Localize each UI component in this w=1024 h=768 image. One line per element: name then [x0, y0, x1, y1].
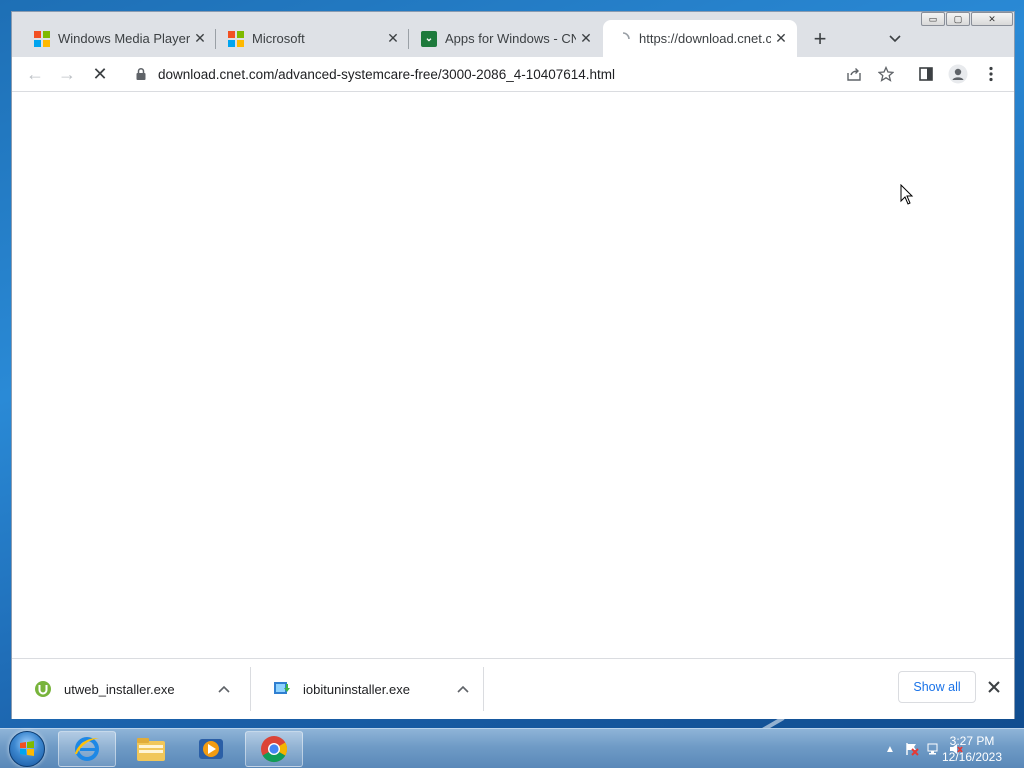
internet-explorer-icon	[75, 737, 99, 761]
share-icon[interactable]	[839, 59, 869, 89]
microsoft-logo-icon	[228, 30, 244, 47]
chevron-up-icon[interactable]	[453, 679, 473, 699]
download-filename: utweb_installer.exe	[64, 681, 175, 697]
address-bar[interactable]: download.cnet.com/advanced-systemcare-fr…	[124, 59, 874, 89]
back-button[interactable]: ←	[20, 59, 50, 89]
action-center-flag-icon[interactable]	[904, 741, 920, 757]
tab-apps-for-windows[interactable]: ⌄ Apps for Windows - CNE ✕	[409, 20, 602, 57]
tab-close-icon[interactable]: ✕	[383, 29, 403, 49]
iobit-installer-icon	[273, 680, 291, 698]
loading-spinner-icon	[615, 31, 631, 47]
clock-date: 12/16/2023	[941, 750, 1003, 764]
bookmark-star-icon[interactable]	[871, 59, 901, 89]
stop-loading-button[interactable]: ✕	[85, 59, 115, 89]
download-item[interactable]: iobituninstaller.exe	[251, 659, 484, 719]
taskbar-internet-explorer[interactable]	[58, 731, 116, 767]
lock-icon[interactable]	[134, 67, 148, 81]
clock[interactable]: 3:27 PM 12/16/2023	[934, 733, 1010, 765]
profile-avatar-icon[interactable]	[943, 59, 973, 89]
minimize-button[interactable]: ▭	[921, 12, 945, 26]
chrome-icon	[261, 736, 288, 763]
taskbar-chrome[interactable]	[245, 731, 303, 767]
taskbar-file-explorer[interactable]	[122, 731, 180, 767]
show-hidden-icons-arrow-icon[interactable]: ▲	[882, 741, 898, 757]
side-panel-icon[interactable]	[911, 59, 941, 89]
tab-strip: Windows Media Player e ✕ Microsoft ✕ ⌄ A…	[12, 12, 1014, 57]
clock-time: 3:27 PM	[949, 734, 995, 748]
tab-windows-media-player[interactable]: Windows Media Player e ✕	[22, 20, 216, 57]
show-all-button[interactable]: Show all	[898, 671, 976, 703]
mouse-cursor-icon	[900, 184, 914, 205]
tab-title: https://download.cnet.cc	[639, 31, 771, 46]
taskbar-media-player[interactable]	[182, 731, 240, 767]
tab-title: Apps for Windows - CNE	[445, 31, 576, 46]
start-button[interactable]	[2, 730, 52, 768]
chrome-window: Windows Media Player e ✕ Microsoft ✕ ⌄ A…	[11, 11, 1015, 719]
url-text[interactable]: download.cnet.com/advanced-systemcare-fr…	[158, 67, 615, 82]
media-player-icon	[199, 739, 223, 759]
download-item[interactable]: utweb_installer.exe	[12, 659, 251, 719]
kebab-menu-icon[interactable]	[976, 59, 1006, 89]
chevron-up-icon[interactable]	[214, 679, 234, 699]
close-window-button[interactable]: ✕	[971, 12, 1013, 26]
tab-microsoft[interactable]: Microsoft ✕	[216, 20, 409, 57]
cnet-download-icon: ⌄	[421, 30, 437, 47]
download-filename: iobituninstaller.exe	[303, 681, 410, 697]
browser-toolbar: ← → ✕ download.cnet.com/advanced-systemc…	[12, 57, 1014, 92]
tab-title: Microsoft	[252, 31, 305, 46]
window-controls: ▭ ▢ ✕	[920, 12, 1013, 28]
close-shelf-icon[interactable]	[982, 675, 1006, 699]
taskbar: ▲ 3:27 PM 12/16/2023	[0, 728, 1024, 768]
forward-button[interactable]: →	[52, 59, 82, 89]
utorrent-icon	[34, 680, 52, 698]
download-shelf: utweb_installer.exe iobituninstaller.exe…	[12, 658, 1014, 719]
download-separator	[483, 667, 484, 711]
tab-search-chevron-icon[interactable]	[884, 28, 906, 50]
tab-download-cnet[interactable]: https://download.cnet.cc ✕	[603, 20, 797, 57]
maximize-button[interactable]: ▢	[946, 12, 970, 26]
tab-close-icon[interactable]: ✕	[771, 29, 791, 49]
tab-close-icon[interactable]: ✕	[576, 29, 596, 49]
new-tab-button[interactable]: +	[807, 26, 833, 52]
windows-logo-icon	[9, 731, 45, 767]
file-explorer-icon	[137, 738, 165, 761]
tab-close-icon[interactable]: ✕	[190, 29, 210, 49]
microsoft-logo-icon	[34, 30, 50, 47]
page-content-blank[interactable]	[12, 92, 1014, 658]
tab-title: Windows Media Player e	[58, 31, 190, 46]
